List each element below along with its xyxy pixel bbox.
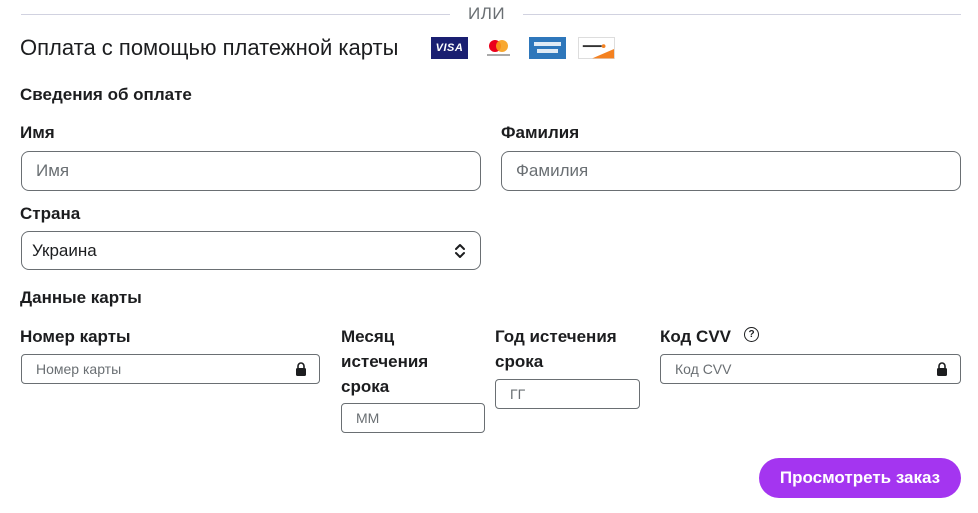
last-name-field[interactable]: Фамилия bbox=[501, 151, 961, 191]
card-number-label: Номер карты bbox=[20, 327, 131, 346]
mastercard-icon bbox=[480, 37, 517, 59]
expiry-month-placeholder: ММ bbox=[356, 410, 380, 426]
last-name-label: Фамилия bbox=[501, 123, 580, 142]
card-details-heading: Данные карты bbox=[20, 288, 142, 307]
expiry-year-label: Год истечения срока bbox=[495, 327, 617, 371]
up-down-chevron-icon bbox=[455, 243, 465, 258]
country-label: Страна bbox=[20, 204, 81, 223]
payment-method-title: Оплата с помощью платежной карты bbox=[20, 35, 399, 60]
discover-icon bbox=[578, 37, 615, 59]
divider-line-left bbox=[21, 14, 450, 15]
visa-text: VISA bbox=[435, 42, 464, 54]
expiry-month-label: Месяц истечения срока bbox=[341, 327, 429, 396]
or-divider: ИЛИ bbox=[21, 0, 961, 30]
expiry-year-field[interactable]: ГГ bbox=[495, 379, 640, 409]
visa-icon: VISA bbox=[431, 37, 468, 59]
divider-line-right bbox=[523, 14, 961, 15]
review-order-button[interactable]: Просмотреть заказ bbox=[759, 458, 961, 498]
expiry-month-field[interactable]: ММ bbox=[341, 403, 485, 433]
card-number-placeholder: Номер карты bbox=[36, 361, 122, 377]
cvv-field[interactable]: Код CVV bbox=[660, 354, 961, 384]
cvv-label: Код CVV bbox=[660, 327, 732, 346]
help-icon[interactable]: ? bbox=[744, 327, 759, 342]
lock-icon bbox=[296, 362, 306, 376]
first-name-label: Имя bbox=[20, 123, 55, 142]
card-logos: VISA bbox=[431, 37, 615, 59]
divider-text: ИЛИ bbox=[468, 4, 506, 23]
first-name-field[interactable]: Имя bbox=[21, 151, 481, 191]
card-number-field[interactable]: Номер карты bbox=[21, 354, 320, 384]
expiry-year-placeholder: ГГ bbox=[510, 386, 526, 402]
country-value: Украина bbox=[32, 240, 97, 260]
first-name-placeholder: Имя bbox=[36, 161, 70, 180]
cvv-placeholder: Код CVV bbox=[675, 361, 732, 377]
lock-icon bbox=[937, 362, 947, 376]
last-name-placeholder: Фамилия bbox=[516, 161, 589, 180]
country-select[interactable]: Украина bbox=[21, 231, 481, 270]
billing-heading: Сведения об оплате bbox=[20, 85, 192, 104]
amex-icon bbox=[529, 37, 566, 59]
